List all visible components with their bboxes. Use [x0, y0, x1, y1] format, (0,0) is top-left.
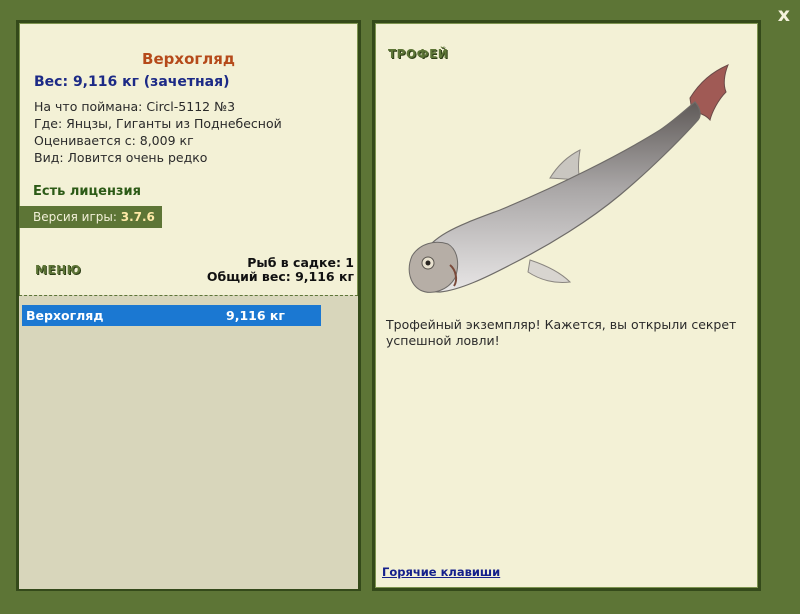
menu-button[interactable]: МЕНЮ	[35, 263, 81, 277]
version-bar: Версия игры: 3.7.6	[19, 206, 162, 228]
version-label: Версия игры:	[33, 210, 117, 224]
valued-from-info: Оценивается с: 8,009 кг	[34, 133, 194, 148]
trophy-description: Трофейный экземпляр! Кажется, вы открыли…	[386, 317, 737, 348]
fish-image	[408, 64, 729, 293]
license-status: Есть лицензия	[33, 184, 141, 199]
fish-weight: Вес: 9,116 кг (зачетная)	[34, 74, 230, 90]
trophy-panel: ТРОФЕЙ Трофейный экземпляр! Кажется, вы …	[372, 20, 761, 591]
fish-name: Верхогляд	[142, 50, 235, 68]
list-item[interactable]: Верхогляд 9,116 кг	[22, 305, 321, 326]
keepnet-list: Верхогляд 9,116 кг	[19, 295, 358, 589]
keepnet-total-weight: Общий вес: 9,116 кг	[206, 269, 354, 284]
rarity-info: Вид: Ловится очень редко	[34, 150, 208, 165]
fish-info-panel: Верхогляд Вес: 9,116 кг (зачетная) На чт…	[16, 20, 361, 591]
list-item-name: Верхогляд	[26, 308, 104, 323]
version-value: 3.7.6	[120, 210, 155, 224]
location-info: Где: Янцзы, Гиганты из Поднебесной	[34, 116, 282, 131]
close-button[interactable]: x	[778, 4, 790, 26]
list-item-weight: 9,116 кг	[226, 308, 285, 323]
hotkeys-link[interactable]: Горячие клавиши	[382, 565, 500, 579]
trophy-label: ТРОФЕЙ	[388, 47, 449, 61]
bait-info: На что поймана: Circl-5112 №3	[34, 99, 236, 114]
keepnet-count: Рыб в садке: 1	[247, 255, 354, 270]
